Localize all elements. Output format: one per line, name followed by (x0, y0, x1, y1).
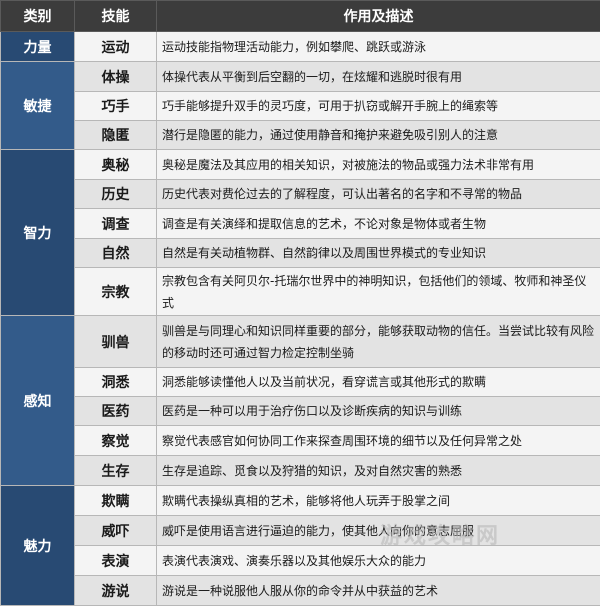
category-cell-wisdom: 感知 (1, 316, 75, 486)
category-cell-dexterity: 敏捷 (1, 62, 75, 150)
description-cell: 生存是追踪、觅食以及狩猎的知识，及对自然灾害的熟悉 (157, 456, 600, 486)
skills-table: 类别 技能 作用及描述 力量 运动 运动技能指物理活动能力，例如攀爬、跳跃或游泳… (0, 0, 600, 606)
description-cell: 体操代表从平衡到后空翻的一切，在炫耀和逃脱时很有用 (157, 62, 600, 92)
table-row: 游说 游说是一种说服他人服从你的命令并从中获益的艺术 (1, 576, 600, 606)
skill-cell: 游说 (75, 576, 157, 606)
header-category: 类别 (1, 1, 75, 32)
header-skill: 技能 (75, 1, 157, 32)
description-cell: 察觉代表感官如何协同工作来探查周围环境的细节以及任何异常之处 (157, 426, 600, 456)
table-row: 力量 运动 运动技能指物理活动能力，例如攀爬、跳跃或游泳 (1, 32, 600, 62)
description-cell: 宗教包含有关阿贝尔-托瑞尔世界中的神明知识，包括他们的领域、牧师和神圣仪式 (157, 268, 600, 316)
skill-cell: 洞悉 (75, 368, 157, 397)
table-row: 自然 自然是有关动植物群、自然韵律以及周围世界模式的专业知识 (1, 239, 600, 268)
description-cell: 调查是有关演绎和提取信息的艺术，不论对象是物体或者生物 (157, 209, 600, 239)
skill-cell: 自然 (75, 239, 157, 268)
table-row: 感知 驯兽 驯兽是与同理心和知识同样重要的部分，能够获取动物的信任。当尝试比较有… (1, 316, 600, 368)
header-row: 类别 技能 作用及描述 (1, 1, 600, 32)
category-cell-charisma: 魅力 (1, 486, 75, 606)
description-cell: 游说是一种说服他人服从你的命令并从中获益的艺术 (157, 576, 600, 606)
category-cell-intelligence: 智力 (1, 150, 75, 316)
skill-cell: 医药 (75, 397, 157, 426)
description-cell: 驯兽是与同理心和知识同样重要的部分，能够获取动物的信任。当尝试比较有风险的移动时… (157, 316, 600, 368)
table-row: 调查 调查是有关演绎和提取信息的艺术，不论对象是物体或者生物 (1, 209, 600, 239)
description-cell: 欺瞒代表操纵真相的艺术，能够将他人玩弄于股掌之间 (157, 486, 600, 516)
skill-cell: 欺瞒 (75, 486, 157, 516)
skill-cell: 奥秘 (75, 150, 157, 180)
skill-cell: 威吓 (75, 516, 157, 546)
table-row: 巧手 巧手能够提升双手的灵巧度，可用于扒窃或解开手腕上的绳索等 (1, 92, 600, 121)
table-row: 隐匿 潜行是隐匿的能力，通过使用静音和掩护来避免吸引别人的注意 (1, 121, 600, 150)
description-cell: 表演代表演戏、演奏乐器以及其他娱乐大众的能力 (157, 546, 600, 576)
description-cell: 威吓是使用语言进行逼迫的能力，使其他人向你的意志屈服 (157, 516, 600, 546)
skill-cell: 调查 (75, 209, 157, 239)
skill-cell: 表演 (75, 546, 157, 576)
description-cell: 自然是有关动植物群、自然韵律以及周围世界模式的专业知识 (157, 239, 600, 268)
skill-cell: 察觉 (75, 426, 157, 456)
skill-cell: 隐匿 (75, 121, 157, 150)
table-row: 智力 奥秘 奥秘是魔法及其应用的相关知识，对被施法的物品或强力法术非常有用 (1, 150, 600, 180)
table-row: 察觉 察觉代表感官如何协同工作来探查周围环境的细节以及任何异常之处 (1, 426, 600, 456)
description-cell: 医药是一种可以用于治疗伤口以及诊断疾病的知识与训练 (157, 397, 600, 426)
category-cell-strength: 力量 (1, 32, 75, 62)
skill-cell: 宗教 (75, 268, 157, 316)
header-description: 作用及描述 (157, 1, 600, 32)
table-row: 历史 历史代表对费伦过去的了解程度，可认出著名的名字和不寻常的物品 (1, 180, 600, 209)
description-cell: 洞悉能够读懂他人以及当前状况，看穿谎言或其他形式的欺瞒 (157, 368, 600, 397)
description-cell: 运动技能指物理活动能力，例如攀爬、跳跃或游泳 (157, 32, 600, 62)
table-row: 宗教 宗教包含有关阿贝尔-托瑞尔世界中的神明知识，包括他们的领域、牧师和神圣仪式 (1, 268, 600, 316)
table-row: 威吓 威吓是使用语言进行逼迫的能力，使其他人向你的意志屈服 (1, 516, 600, 546)
skill-cell: 驯兽 (75, 316, 157, 368)
skill-cell: 生存 (75, 456, 157, 486)
table-row: 生存 生存是追踪、觅食以及狩猎的知识，及对自然灾害的熟悉 (1, 456, 600, 486)
skill-cell: 运动 (75, 32, 157, 62)
skill-cell: 巧手 (75, 92, 157, 121)
description-cell: 奥秘是魔法及其应用的相关知识，对被施法的物品或强力法术非常有用 (157, 150, 600, 180)
table-row: 魅力 欺瞒 欺瞒代表操纵真相的艺术，能够将他人玩弄于股掌之间 (1, 486, 600, 516)
table-row: 敏捷 体操 体操代表从平衡到后空翻的一切，在炫耀和逃脱时很有用 (1, 62, 600, 92)
skill-cell: 历史 (75, 180, 157, 209)
table-row: 表演 表演代表演戏、演奏乐器以及其他娱乐大众的能力 (1, 546, 600, 576)
description-cell: 历史代表对费伦过去的了解程度，可认出著名的名字和不寻常的物品 (157, 180, 600, 209)
table-row: 洞悉 洞悉能够读懂他人以及当前状况，看穿谎言或其他形式的欺瞒 (1, 368, 600, 397)
description-cell: 巧手能够提升双手的灵巧度，可用于扒窃或解开手腕上的绳索等 (157, 92, 600, 121)
description-cell: 潜行是隐匿的能力，通过使用静音和掩护来避免吸引别人的注意 (157, 121, 600, 150)
table-row: 医药 医药是一种可以用于治疗伤口以及诊断疾病的知识与训练 (1, 397, 600, 426)
skill-cell: 体操 (75, 62, 157, 92)
